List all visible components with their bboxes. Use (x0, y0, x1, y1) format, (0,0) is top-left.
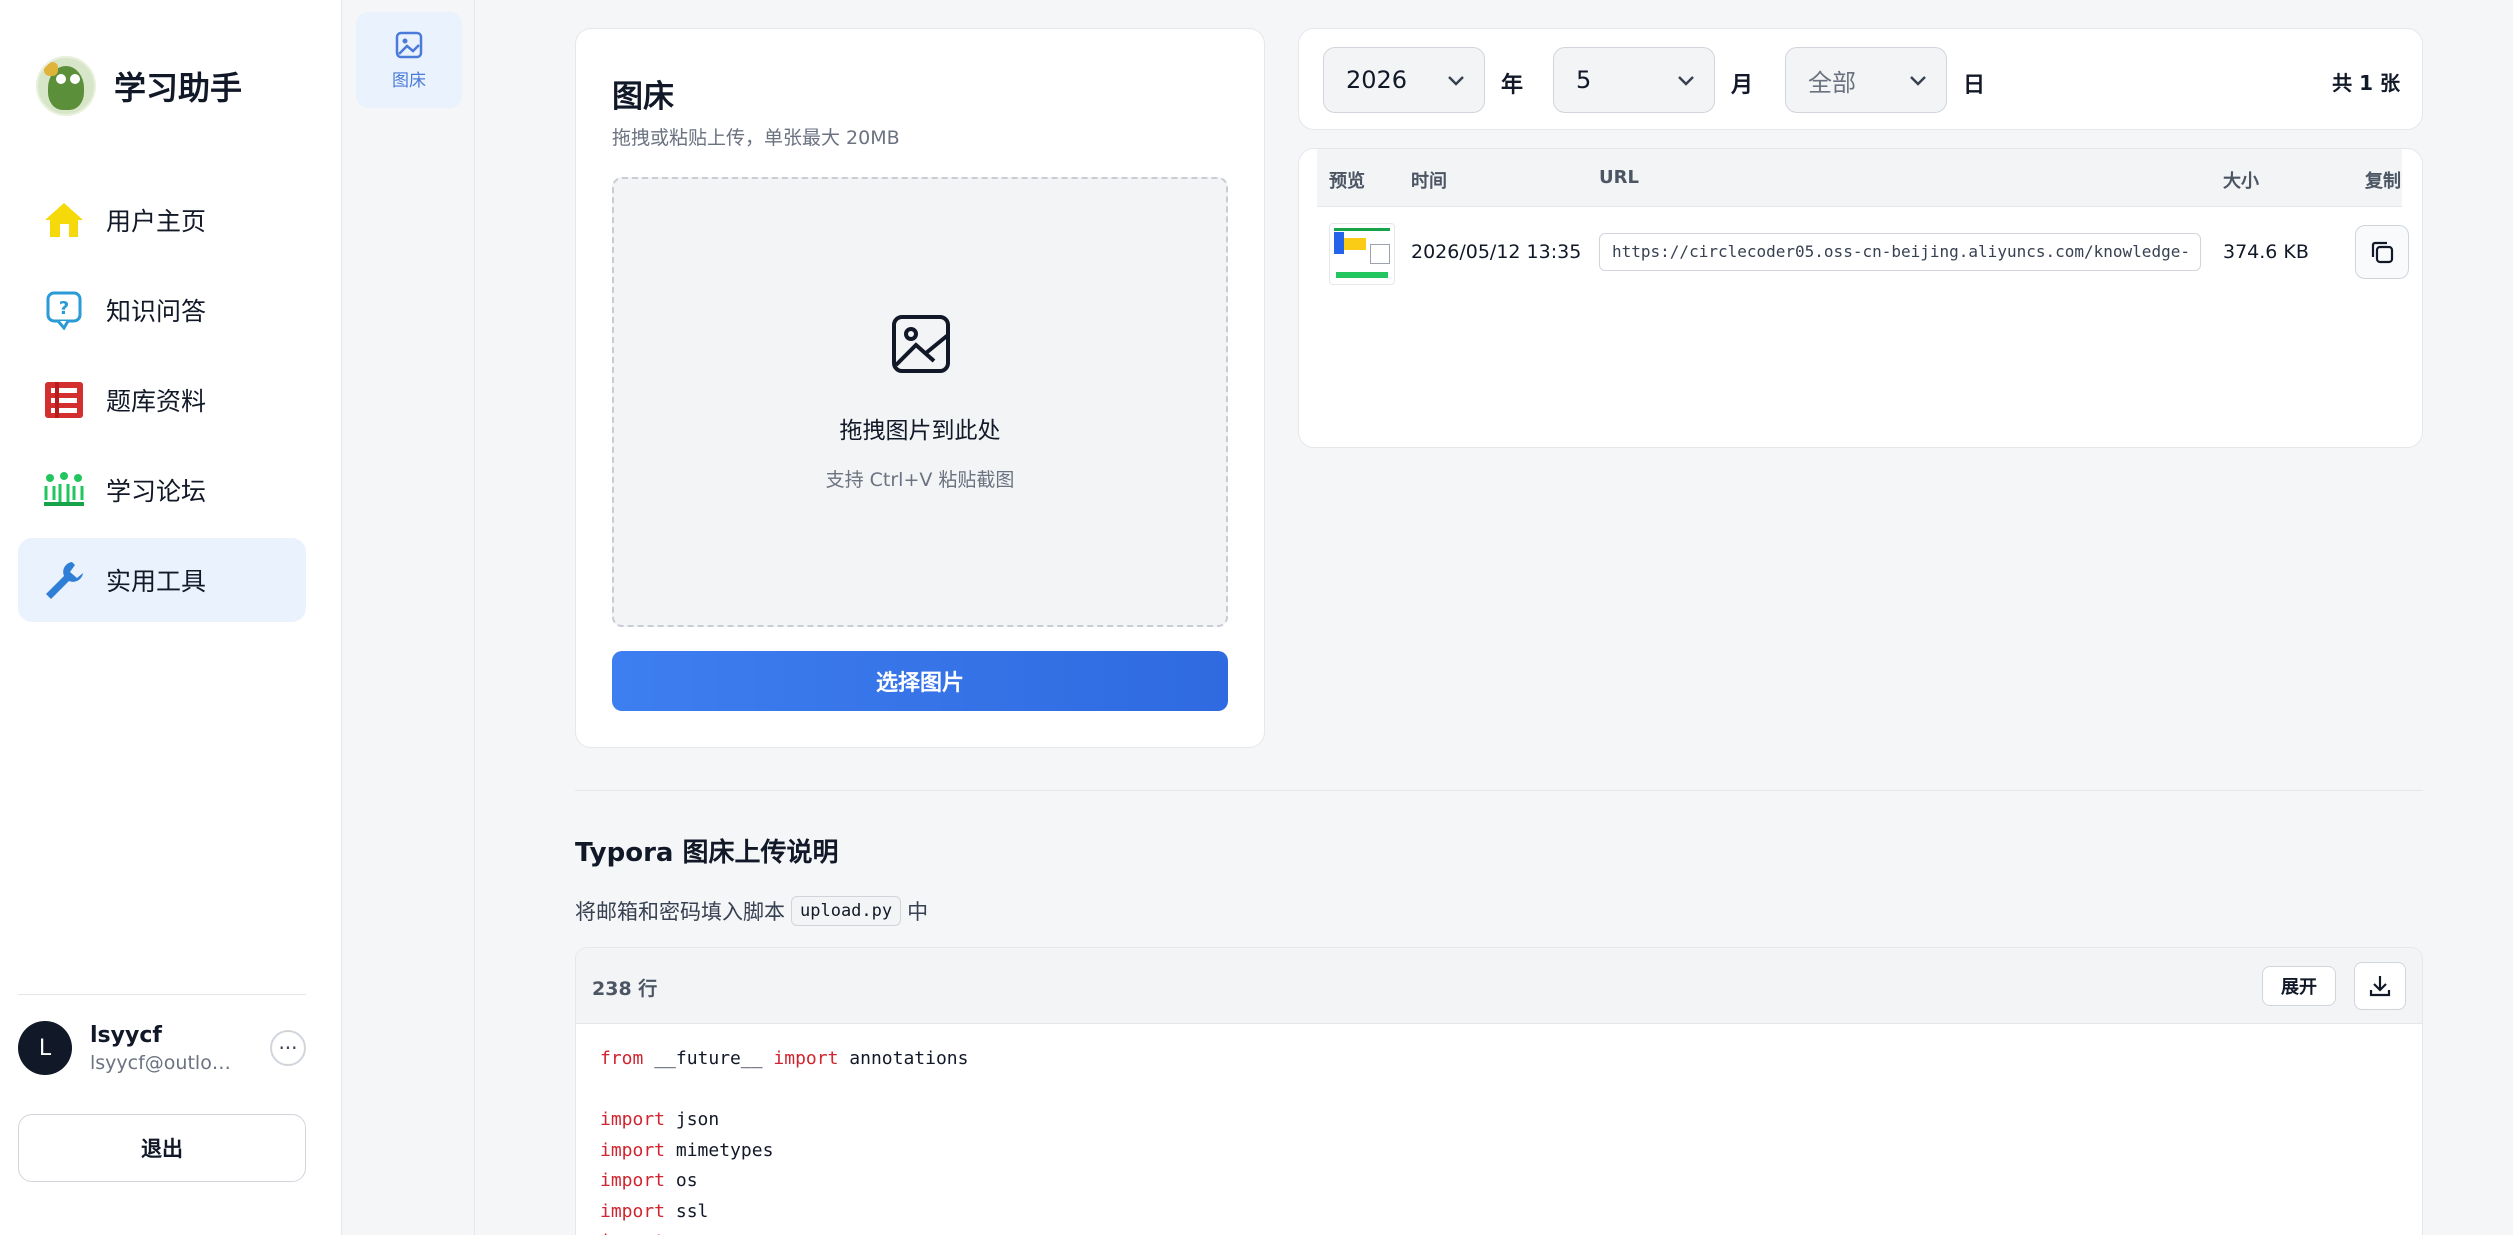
section-description: 将邮箱和密码填入脚本 upload.py 中 (575, 896, 928, 926)
rail-item-label: 图床 (392, 70, 426, 91)
sidebar-item-forum[interactable]: 学习论坛 (18, 448, 306, 532)
code-block: 238 行 展开 from __future__ import annotati… (575, 947, 2423, 1235)
description-text: 将邮箱和密码填入脚本 (575, 900, 785, 924)
user-email: lsyycf@outlook.com (90, 1051, 240, 1074)
code-line: import mimetypes (600, 1139, 774, 1161)
page-title: 图床 (612, 79, 674, 115)
sidebar-item-qa[interactable]: ? 知识问答 (18, 268, 306, 352)
description-text: 中 (907, 900, 929, 924)
image-icon (892, 315, 950, 373)
chevron-down-icon (1448, 76, 1464, 86)
day-label: 日 (1963, 73, 1986, 98)
chevron-down-icon (1678, 76, 1694, 86)
year-select[interactable]: 2026 (1323, 47, 1485, 113)
download-button[interactable] (2354, 962, 2406, 1010)
brand[interactable]: 学习助手 (36, 56, 242, 116)
main-nav: 用户主页 ? 知识问答 题库资料 学习论坛 实用工具 (18, 178, 306, 628)
rail-item-image-host[interactable]: 图床 (356, 12, 462, 108)
user-profile: L lsyycf lsyycf@outlook.com ··· (18, 1020, 306, 1076)
app-logo (36, 56, 96, 116)
upload-time: 2026/05/12 13:35 (1411, 241, 1582, 263)
table-row: 2026/05/12 13:35 https://circlecoder05.o… (1317, 207, 2409, 297)
tools-rail: 图床 (342, 0, 475, 1235)
column-header: 预览 (1329, 171, 1365, 192)
code-line: import json (600, 1109, 720, 1130)
code-line: from __future__ import annotations (600, 1048, 969, 1069)
section-title: Typora 图床上传说明 (575, 838, 839, 868)
question-bubble-icon: ? (42, 288, 86, 332)
total-count: 共 1 张 (2332, 71, 2400, 95)
code-line: import ssl (600, 1200, 709, 1222)
sidebar-item-question-bank[interactable]: 题库资料 (18, 358, 306, 442)
copy-icon (2371, 241, 2394, 264)
code-content: from __future__ import annotations impor… (600, 1044, 968, 1235)
drop-title: 拖拽图片到此处 (839, 418, 1001, 444)
month-value: 5 (1576, 66, 1592, 94)
choose-image-button[interactable]: 选择图片 (612, 651, 1228, 711)
sidebar: 学习助手 用户主页 ? 知识问答 题库资料 学习论坛 实用工具 L lsyycf… (0, 0, 342, 1235)
date-filter: 2026 年 5 月 全部 日 共 1 张 (1298, 28, 2423, 130)
sidebar-item-label: 实用工具 (106, 567, 207, 596)
month-label: 月 (1731, 73, 1754, 98)
table-header: 预览 时间 URL 大小 复制 (1317, 149, 2402, 207)
sidebar-item-home[interactable]: 用户主页 (18, 178, 306, 262)
sidebar-item-label: 题库资料 (106, 387, 207, 416)
month-select[interactable]: 5 (1553, 47, 1715, 113)
column-header: 大小 (2223, 171, 2259, 192)
image-table: 预览 时间 URL 大小 复制 2026/05/12 13:35 https:/… (1298, 148, 2423, 448)
logout-button[interactable]: 退出 (18, 1114, 306, 1182)
drop-zone[interactable]: 拖拽图片到此处 支持 Ctrl+V 粘贴截图 (612, 177, 1228, 627)
download-icon (2369, 976, 2391, 997)
sidebar-item-label: 用户主页 (106, 207, 207, 236)
question-bank-icon (42, 378, 86, 422)
day-select[interactable]: 全部 (1785, 47, 1947, 113)
section-divider (575, 790, 2423, 791)
app-name: 学习助手 (114, 69, 243, 107)
drop-hint: 支持 Ctrl+V 粘贴截图 (825, 469, 1015, 491)
upload-card: 图床 拖拽或粘贴上传，单张最大 20MB 拖拽图片到此处 支持 Ctrl+V 粘… (575, 28, 1265, 748)
chevron-down-icon (1910, 76, 1926, 86)
code-header: 238 行 展开 (576, 948, 2422, 1024)
svg-text:?: ? (59, 298, 69, 319)
line-count: 238 行 (592, 978, 658, 1000)
wrench-icon (42, 558, 86, 602)
year-value: 2026 (1346, 66, 1408, 94)
sidebar-item-label: 知识问答 (106, 297, 207, 326)
divider (18, 994, 306, 995)
day-value: 全部 (1808, 68, 1856, 97)
column-header: URL (1599, 167, 1639, 188)
column-header: 时间 (1411, 171, 1447, 192)
upload-subtitle: 拖拽或粘贴上传，单张最大 20MB (612, 127, 900, 149)
url-field[interactable]: https://circlecoder05.oss-cn-beijing.ali… (1599, 233, 2201, 271)
column-header: 复制 (2365, 171, 2401, 192)
code-line: import (600, 1227, 968, 1235)
home-icon (42, 198, 86, 242)
user-name: lsyycf (90, 1022, 162, 1048)
sidebar-item-label: 学习论坛 (106, 477, 207, 506)
more-icon: ··· (278, 1036, 298, 1060)
image-icon (395, 31, 423, 58)
sidebar-item-tools[interactable]: 实用工具 (18, 538, 306, 622)
expand-button[interactable]: 展开 (2262, 966, 2336, 1006)
code-line: import os (600, 1170, 698, 1191)
image-thumbnail[interactable] (1329, 223, 1395, 285)
year-label: 年 (1501, 73, 1524, 98)
more-options-button[interactable]: ··· (270, 1030, 306, 1066)
avatar[interactable]: L (18, 1021, 72, 1075)
file-size: 374.6 KB (2223, 241, 2309, 263)
inline-code: upload.py (791, 896, 902, 926)
forum-icon (42, 468, 86, 512)
copy-url-button[interactable] (2355, 225, 2409, 279)
